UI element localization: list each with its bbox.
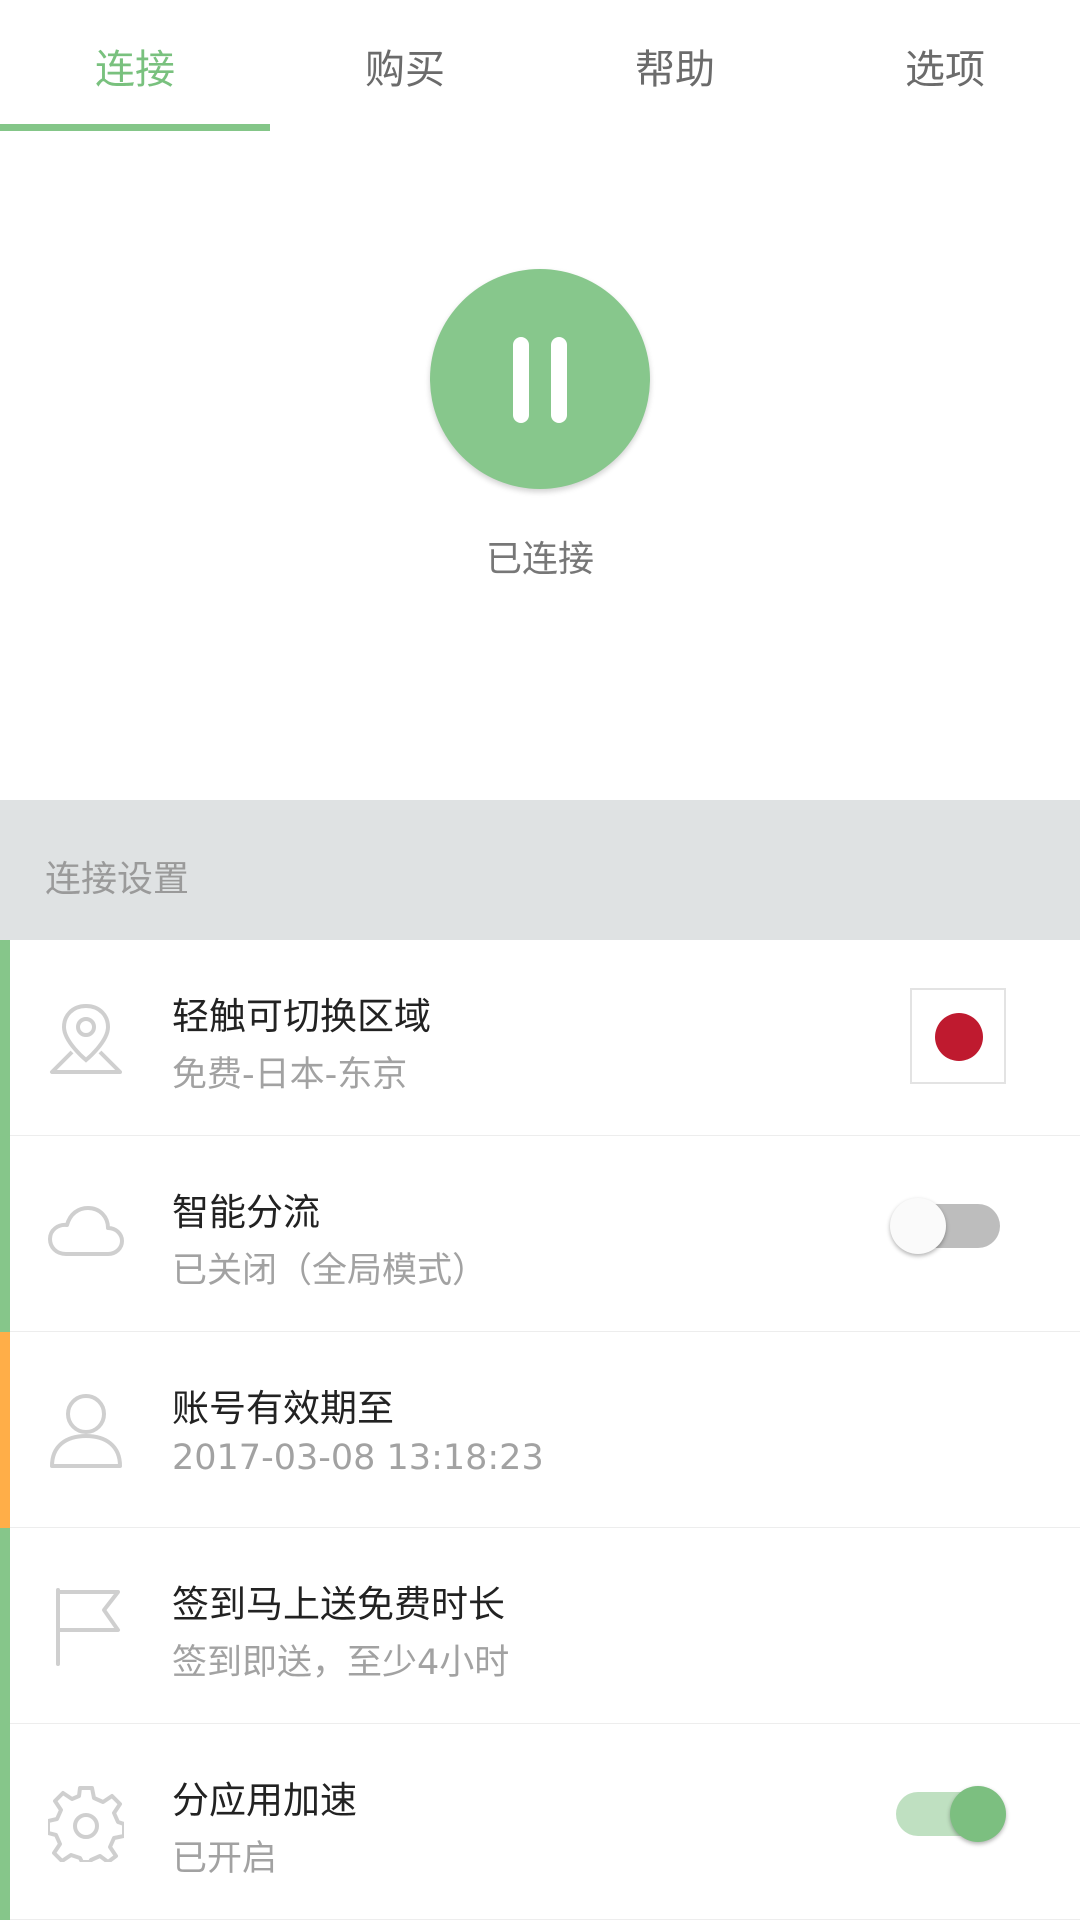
flag-icon [56,1588,120,1666]
row-accent-bar [0,940,10,1136]
section-header: 连接设置 [0,800,1080,940]
list-item-account-expiry[interactable]: 账号有效期至 2017-03-08 13:18:23 [0,1332,1080,1528]
tab-bar: 连接 购买 帮助 选项 [0,0,1080,132]
list-item-per-app-acceleration[interactable]: 分应用加速 已开启 [0,1724,1080,1920]
connect-toggle-button[interactable] [430,269,650,489]
section-title: 连接设置 [45,859,190,900]
connection-panel: 已连接 [0,132,1080,800]
account-expiry-date: 2017-03-08 13:18:23 [172,1438,544,1478]
check-in-title: 签到马上送免费时长 [172,1583,505,1626]
region-title: 轻触可切换区域 [172,995,431,1038]
row-accent-bar [0,1332,10,1528]
pause-icon [551,337,567,423]
gear-icon [48,1786,124,1862]
smart-routing-title: 智能分流 [172,1191,320,1234]
toggle-thumb [890,1198,946,1254]
tab-help[interactable]: 帮助 [540,0,810,132]
list-item-check-in[interactable]: 签到马上送免费时长 签到即送，至少4小时 [0,1528,1080,1724]
japan-flag-icon[interactable] [910,988,1006,1084]
cloud-icon [48,1206,124,1256]
toggle-thumb [950,1786,1006,1842]
per-app-title: 分应用加速 [172,1779,357,1822]
per-app-status: 已开启 [172,1839,278,1879]
check-in-description: 签到即送，至少4小时 [172,1643,510,1683]
pause-icon [513,337,529,423]
user-icon [50,1394,122,1468]
location-pin-icon [50,1003,122,1074]
smart-routing-status: 已关闭（全局模式） [172,1251,488,1291]
settings-list: 轻触可切换区域 免费-日本-东京 智能分流 已关闭（全局模式） 账号有效期至 2… [0,940,1080,1920]
region-value: 免费-日本-东京 [172,1055,408,1095]
smart-routing-toggle[interactable] [890,1186,1006,1254]
list-item-smart-routing[interactable]: 智能分流 已关闭（全局模式） [0,1136,1080,1332]
connection-status: 已连接 [485,539,594,580]
list-item-region[interactable]: 轻触可切换区域 免费-日本-东京 [0,940,1080,1136]
per-app-toggle[interactable] [890,1774,1006,1842]
active-tab-indicator [0,124,270,131]
row-accent-bar [0,1724,10,1920]
row-accent-bar [0,1528,10,1724]
tab-connect[interactable]: 连接 [0,0,270,132]
row-accent-bar [0,1136,10,1332]
tab-options[interactable]: 选项 [810,0,1080,132]
account-expiry-title: 账号有效期至 [172,1387,394,1430]
flag-red-circle [935,1013,983,1061]
tab-purchase[interactable]: 购买 [270,0,540,132]
